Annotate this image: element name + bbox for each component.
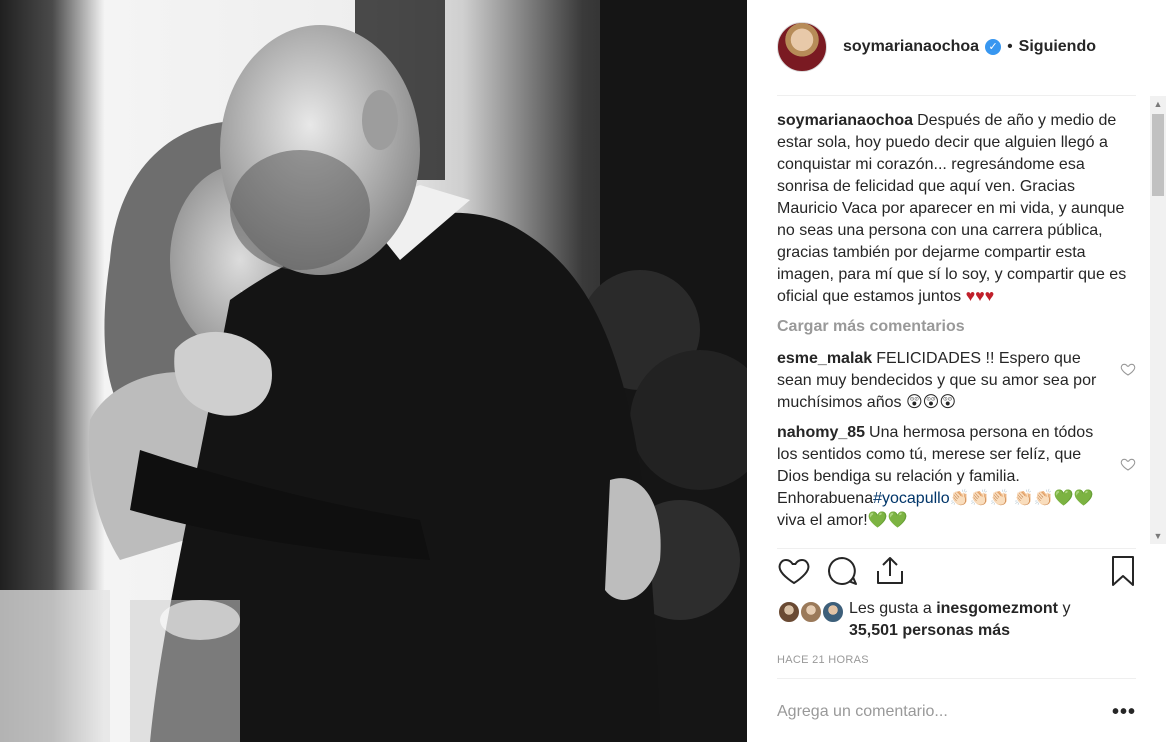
header-separator: • (1007, 38, 1013, 55)
comment-item: nahomy_85 Una hermosa persona en tódos lo… (777, 422, 1136, 532)
author-avatar[interactable] (777, 22, 827, 72)
verified-badge-icon: ✓ (985, 39, 1002, 55)
liker-avatar[interactable] (777, 600, 801, 624)
share-icon[interactable] (873, 554, 907, 588)
post-timestamp[interactable]: HACE 21 HORAS (777, 654, 869, 666)
likes-count[interactable]: 35,501 personas más (849, 622, 1010, 639)
liker-avatars (777, 600, 845, 624)
likes-summary: Les gusta a inesgomezmont y 35,501 perso… (777, 598, 1136, 642)
photo-illustration (0, 0, 747, 742)
like-comment-heart-icon[interactable] (1120, 361, 1136, 377)
options-icon[interactable]: ••• (1112, 702, 1136, 722)
caption-emoji: ♥♥♥ (965, 288, 995, 305)
post-side-panel: soymarianaochoa ✓ • Siguiendo soymariana… (747, 0, 1166, 742)
comment-item: esme_malak FELICIDADES !! Espero que sean… (777, 348, 1136, 414)
likes-text: Les gusta a inesgomezmont y 35,501 perso… (849, 598, 1139, 642)
liker-avatar[interactable] (821, 600, 845, 624)
comment-input[interactable] (777, 703, 1077, 721)
comment-username[interactable]: esme_malak (777, 350, 872, 367)
author-username[interactable]: soymarianaochoa (843, 38, 979, 56)
comment-emoji: 😲😲😲 (905, 394, 956, 411)
post-photo[interactable] (0, 0, 747, 742)
comment-box-divider (777, 678, 1136, 679)
load-more-comments-button[interactable]: Cargar más comentarios (777, 316, 1136, 338)
heart-icon[interactable] (777, 554, 811, 588)
comment-username[interactable]: nahomy_85 (777, 424, 865, 441)
scrollbar-thumb[interactable] (1152, 114, 1164, 196)
follow-button[interactable]: Siguiendo (1019, 38, 1096, 56)
liker-avatar[interactable] (799, 600, 823, 624)
likes-conjunction: y (1062, 600, 1071, 617)
actions-divider (777, 548, 1136, 549)
comment-emoji: 👏🏻👏🏻👏🏻 (949, 490, 1010, 507)
comments-scrollbar[interactable]: ▲ ▼ (1150, 96, 1166, 544)
comment-icon[interactable] (825, 554, 859, 588)
caption-username[interactable]: soymarianaochoa (777, 112, 913, 129)
scroll-down-arrow-icon[interactable]: ▼ (1150, 528, 1166, 544)
header-divider (777, 95, 1136, 96)
comment-hashtag-link[interactable]: #yocapullo (873, 490, 950, 507)
add-comment-bar: ••• (777, 682, 1136, 742)
post-actions (777, 552, 1136, 592)
caption: soymarianaochoa Después de año y medio de… (777, 110, 1136, 308)
like-comment-heart-icon[interactable] (1120, 456, 1136, 472)
scroll-up-arrow-icon[interactable]: ▲ (1150, 96, 1166, 112)
likes-prefix: Les gusta a (849, 600, 932, 617)
bookmark-icon[interactable] (1106, 554, 1140, 588)
liker-username[interactable]: inesgomezmont (936, 600, 1058, 617)
comments-list[interactable]: soymarianaochoa Después de año y medio de… (777, 110, 1136, 547)
caption-text: Después de año y medio de estar sola, ho… (777, 112, 1127, 305)
post-header: soymarianaochoa ✓ • Siguiendo (777, 18, 1136, 76)
